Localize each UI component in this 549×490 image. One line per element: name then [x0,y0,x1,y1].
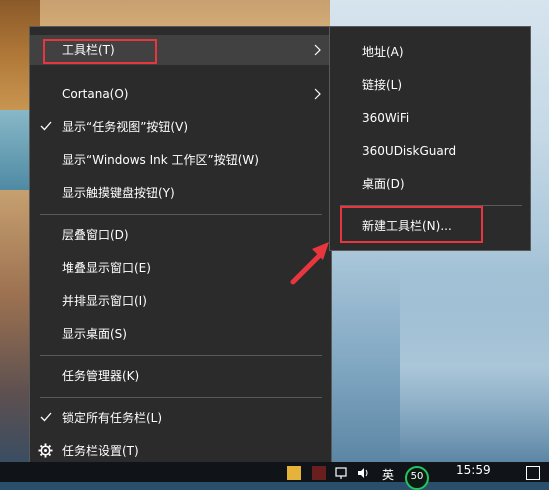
menu-item-lock-taskbars[interactable]: 锁定所有任务栏(L) [30,403,331,433]
menu-item-label: 显示桌面(S) [62,327,127,341]
menu-item-label: 锁定所有任务栏(L) [62,411,163,425]
submenu-item-label: 360UDiskGuard [362,144,457,158]
annotation-highlight-new-toolbar [340,206,483,243]
menu-item-label: 显示触摸键盘按钮(Y) [62,186,175,200]
menu-item-label: 任务管理器(K) [62,369,140,383]
chevron-right-icon [314,44,321,56]
gear-icon [38,443,53,458]
menu-separator [40,397,322,398]
submenu-item-desktop[interactable]: 桌面(D) [330,169,530,199]
taskbar-clock[interactable]: 15:59 [456,463,491,477]
submenu-item-links[interactable]: 链接(L) [330,70,530,100]
checkmark-icon [40,121,52,131]
submenu-item-label: 链接(L) [362,78,403,92]
menu-item-task-manager[interactable]: 任务管理器(K) [30,361,331,391]
menu-item-label: 层叠窗口(D) [62,228,129,242]
menu-item-label: 显示“Windows Ink 工作区”按钮(W) [62,153,259,167]
menu-item-show-touch-keyboard[interactable]: 显示触摸键盘按钮(Y) [30,178,331,208]
menu-item-label: 堆叠显示窗口(E) [62,261,151,275]
menu-item-show-ink-workspace[interactable]: 显示“Windows Ink 工作区”按钮(W) [30,145,331,175]
submenu-item-label: 地址(A) [362,45,404,59]
annotation-arrow-icon [290,242,329,285]
wallpaper-reflection [400,270,549,462]
action-center-icon[interactable] [526,466,540,480]
submenu-item-label: 360WiFi [362,111,410,125]
ime-indicator[interactable]: 英 [382,466,394,483]
menu-item-label: Cortana(O) [62,87,129,101]
submenu-item-address[interactable]: 地址(A) [330,37,530,67]
chevron-right-icon [314,88,321,100]
volume-icon[interactable] [356,466,370,480]
submenu-item-label: 桌面(D) [362,177,405,191]
submenu-item-360wifi[interactable]: 360WiFi [330,103,530,133]
tray-security-icon[interactable] [312,466,326,480]
tray-folder-icon[interactable] [287,466,301,480]
annotation-highlight-toolbars [43,39,157,64]
menu-item-show-task-view[interactable]: 显示“任务视图”按钮(V) [30,112,331,142]
menu-separator [40,214,322,215]
menu-item-show-desktop[interactable]: 显示桌面(S) [30,319,331,349]
network-icon[interactable] [334,466,348,480]
menu-item-label: 并排显示窗口(I) [62,294,147,308]
performance-badge[interactable]: 50 [405,466,429,490]
menu-item-label: 显示“任务视图”按钮(V) [62,120,189,134]
menu-item-cortana[interactable]: Cortana(O) [30,79,331,109]
checkmark-icon [40,412,52,422]
submenu-item-360udiskguard[interactable]: 360UDiskGuard [330,136,530,166]
menu-separator [40,355,322,356]
